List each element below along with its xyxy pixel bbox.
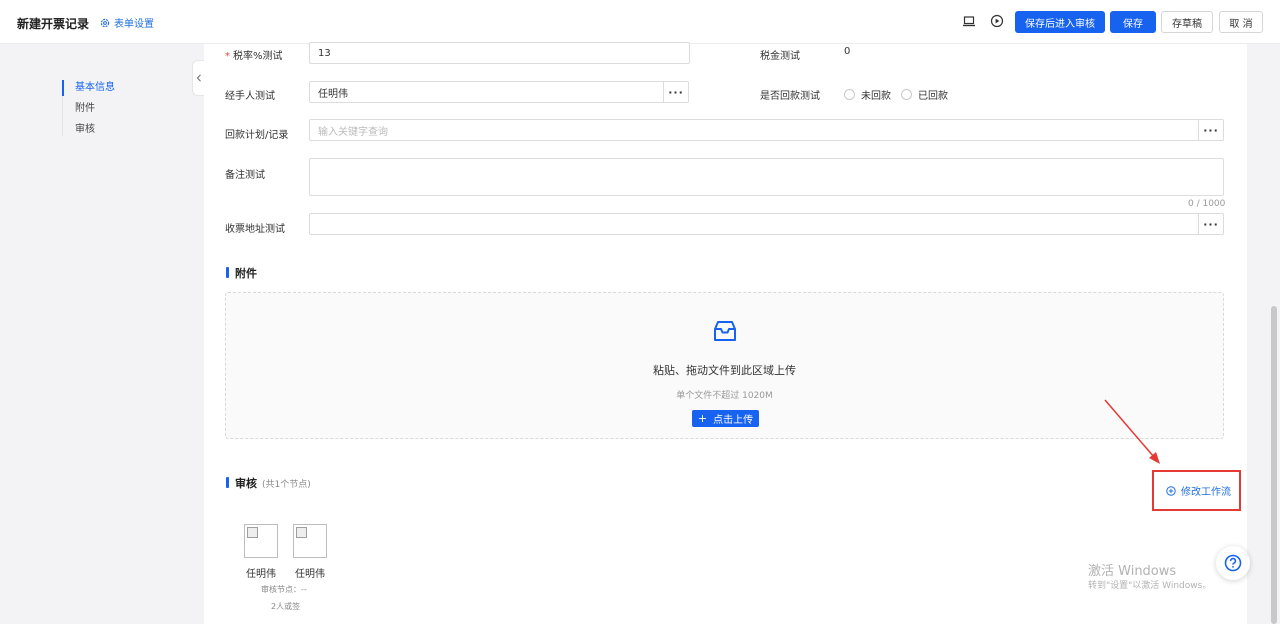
upload-button[interactable]: + 点击上传 [692, 410, 759, 427]
attachments-section-title: 附件 [226, 265, 257, 281]
annotation-highlight-box [1152, 470, 1241, 511]
collapse-nav-toggle[interactable] [192, 60, 204, 96]
tax-rate-input[interactable]: 13 [309, 42, 690, 64]
windows-activation-hint: 转到"设置"以激活 Windows。 [1088, 581, 1212, 591]
save-and-review-button[interactable]: 保存后进入审核 [1015, 11, 1105, 33]
anchor-item-attachments[interactable]: 附件 [62, 101, 115, 122]
approver-avatar-2 [293, 524, 327, 558]
anchor-item-review[interactable]: 审核 [62, 122, 115, 143]
required-asterisk: * [225, 51, 230, 62]
invoice-address-more-button[interactable]: ··· [1198, 213, 1224, 235]
plus-icon: + [697, 412, 708, 425]
help-button[interactable] [1216, 546, 1250, 580]
ellipsis-icon: ··· [668, 85, 684, 99]
approver-name-1: 任明伟 [246, 569, 276, 580]
ellipsis-icon: ··· [1203, 123, 1219, 137]
radio-circle [844, 89, 855, 100]
remark-textarea[interactable] [309, 158, 1224, 196]
form-settings-label: 表单设置 [114, 19, 154, 30]
handler-label: 经手人测试 [225, 91, 275, 102]
remark-char-counter: 0 / 1000 [1188, 199, 1226, 209]
windows-activation-title: 激活 Windows [1088, 564, 1177, 579]
approver-avatar-1 [244, 524, 278, 558]
invoice-address-label: 收票地址测试 [225, 224, 285, 235]
payment-returned-label: 是否回款测试 [760, 91, 820, 102]
tax-rate-label: * 税率%测试 [225, 51, 283, 62]
radio-circle [901, 89, 912, 100]
handler-more-button[interactable]: ··· [663, 81, 689, 103]
anchor-item-basic-info[interactable]: 基本信息 [62, 80, 115, 101]
invoice-address-input[interactable] [309, 213, 1199, 235]
annotation-arrow [1104, 399, 1160, 464]
upload-drop-text: 粘贴、拖动文件到此区域上传 [653, 364, 796, 377]
handler-input[interactable]: 任明伟 [309, 81, 664, 103]
ellipsis-icon: ··· [1203, 217, 1219, 231]
laptop-icon[interactable] [962, 14, 976, 28]
remark-label: 备注测试 [225, 170, 265, 181]
radio-not-returned[interactable]: 未回款 [844, 87, 891, 102]
approver-name-2: 任明伟 [295, 569, 325, 580]
sign-mode-text: 2人或签 [271, 602, 301, 611]
play-circle-icon[interactable] [990, 14, 1004, 28]
tax-amount-label: 税金测试 [760, 51, 800, 62]
radio-returned[interactable]: 已回款 [901, 87, 948, 102]
form-settings-link[interactable]: 表单设置 [100, 15, 154, 30]
payment-plan-more-button[interactable]: ··· [1198, 119, 1224, 141]
review-section-title: 审核 (共1个节点) [226, 475, 311, 491]
inbox-icon [714, 321, 736, 341]
cancel-button[interactable]: 取 消 [1219, 11, 1263, 33]
tax-amount-value: 0 [844, 46, 851, 57]
payment-plan-label: 回款计划/记录 [225, 130, 289, 141]
page-header: 新建开票记录 表单设置 保存后进入审核 保存 存草稿 取 消 [0, 0, 1280, 44]
upload-limit-text: 单个文件不超过 1020M [676, 391, 773, 401]
chevron-left-icon [196, 74, 201, 82]
page-scrollbar[interactable] [1271, 306, 1277, 624]
gear-icon [100, 18, 110, 27]
anchor-nav: 基本信息 附件 审核 [62, 80, 115, 143]
save-button[interactable]: 保存 [1110, 11, 1156, 33]
save-draft-button[interactable]: 存草稿 [1161, 11, 1213, 33]
review-node-text: 审核节点：-- [261, 585, 307, 594]
upload-dropzone[interactable]: 粘贴、拖动文件到此区域上传 单个文件不超过 1020M + 点击上传 [225, 292, 1224, 439]
review-node-count: (共1个节点) [262, 480, 311, 490]
question-icon [1224, 554, 1242, 572]
payment-plan-input[interactable]: 输入关键字查询 [309, 119, 1199, 141]
page-title: 新建开票记录 [17, 17, 90, 31]
